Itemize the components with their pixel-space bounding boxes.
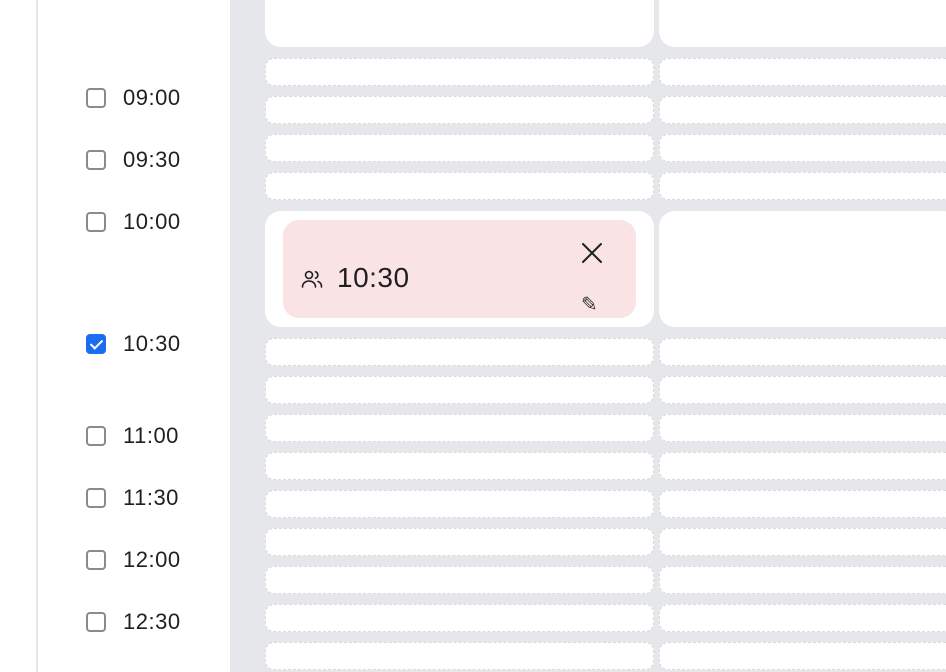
time-checkbox[interactable] — [86, 212, 106, 232]
empty-slot[interactable] — [659, 452, 946, 480]
empty-slot[interactable] — [265, 528, 654, 556]
empty-slot[interactable] — [265, 604, 654, 632]
sidebar-divider — [36, 0, 38, 672]
time-label: 11:00 — [123, 423, 179, 448]
empty-slot[interactable] — [265, 134, 654, 162]
schedule-cell[interactable] — [659, 211, 946, 327]
people-icon — [301, 270, 323, 288]
time-option-0930[interactable]: 09:30 — [86, 147, 181, 173]
empty-slot[interactable] — [659, 490, 946, 518]
time-option-1030[interactable]: 10:30 — [86, 331, 181, 357]
time-checkbox[interactable] — [86, 334, 106, 354]
time-checkbox[interactable] — [86, 150, 106, 170]
time-checkbox[interactable] — [86, 88, 106, 108]
empty-slot[interactable] — [265, 58, 654, 86]
time-label: 10:30 — [123, 331, 181, 356]
empty-slot[interactable] — [659, 172, 946, 200]
time-option-1130[interactable]: 11:30 — [86, 485, 179, 511]
pencil-icon[interactable]: ✎ — [581, 295, 605, 315]
time-option-1200[interactable]: 12:00 — [86, 547, 181, 573]
booking-time: 10:30 — [337, 262, 410, 293]
time-option-1000[interactable]: 10:00 — [86, 209, 181, 235]
empty-slot[interactable] — [659, 604, 946, 632]
empty-slot[interactable] — [659, 96, 946, 124]
empty-slot[interactable] — [265, 642, 654, 670]
time-option-1100[interactable]: 11:00 — [86, 423, 179, 449]
empty-slot[interactable] — [659, 642, 946, 670]
time-label: 09:00 — [123, 85, 181, 110]
time-checkbox[interactable] — [86, 550, 106, 570]
empty-slot[interactable] — [659, 528, 946, 556]
booking-card[interactable]: 10:30 ✎ — [283, 220, 636, 318]
empty-slot[interactable] — [265, 566, 654, 594]
time-option-1230[interactable]: 12:30 — [86, 609, 181, 635]
empty-slot[interactable] — [265, 414, 654, 442]
empty-slot[interactable] — [265, 172, 654, 200]
time-checkbox[interactable] — [86, 488, 106, 508]
empty-slot[interactable] — [659, 134, 946, 162]
empty-slot[interactable] — [265, 452, 654, 480]
time-label: 12:30 — [123, 609, 181, 634]
empty-slot[interactable] — [659, 58, 946, 86]
time-label: 10:00 — [123, 209, 181, 234]
empty-slot[interactable] — [659, 376, 946, 404]
time-option-0900[interactable]: 09:00 — [86, 85, 181, 111]
empty-slot[interactable] — [659, 414, 946, 442]
time-checkbox[interactable] — [86, 612, 106, 632]
time-sidebar: 09:00 09:30 10:00 10:30 11:00 11:30 12:0… — [0, 0, 230, 672]
time-checkbox[interactable] — [86, 426, 106, 446]
schedule-cell[interactable] — [659, 0, 946, 47]
time-label: 11:30 — [123, 485, 179, 510]
empty-slot[interactable] — [265, 338, 654, 366]
empty-slot[interactable] — [265, 490, 654, 518]
empty-slot[interactable] — [659, 338, 946, 366]
empty-slot[interactable] — [265, 96, 654, 124]
empty-slot[interactable] — [659, 566, 946, 594]
empty-slot[interactable] — [265, 376, 654, 404]
schedule-cell[interactable] — [265, 0, 654, 47]
close-icon[interactable] — [580, 241, 604, 265]
time-label: 09:30 — [123, 147, 181, 172]
time-label: 12:00 — [123, 547, 181, 572]
